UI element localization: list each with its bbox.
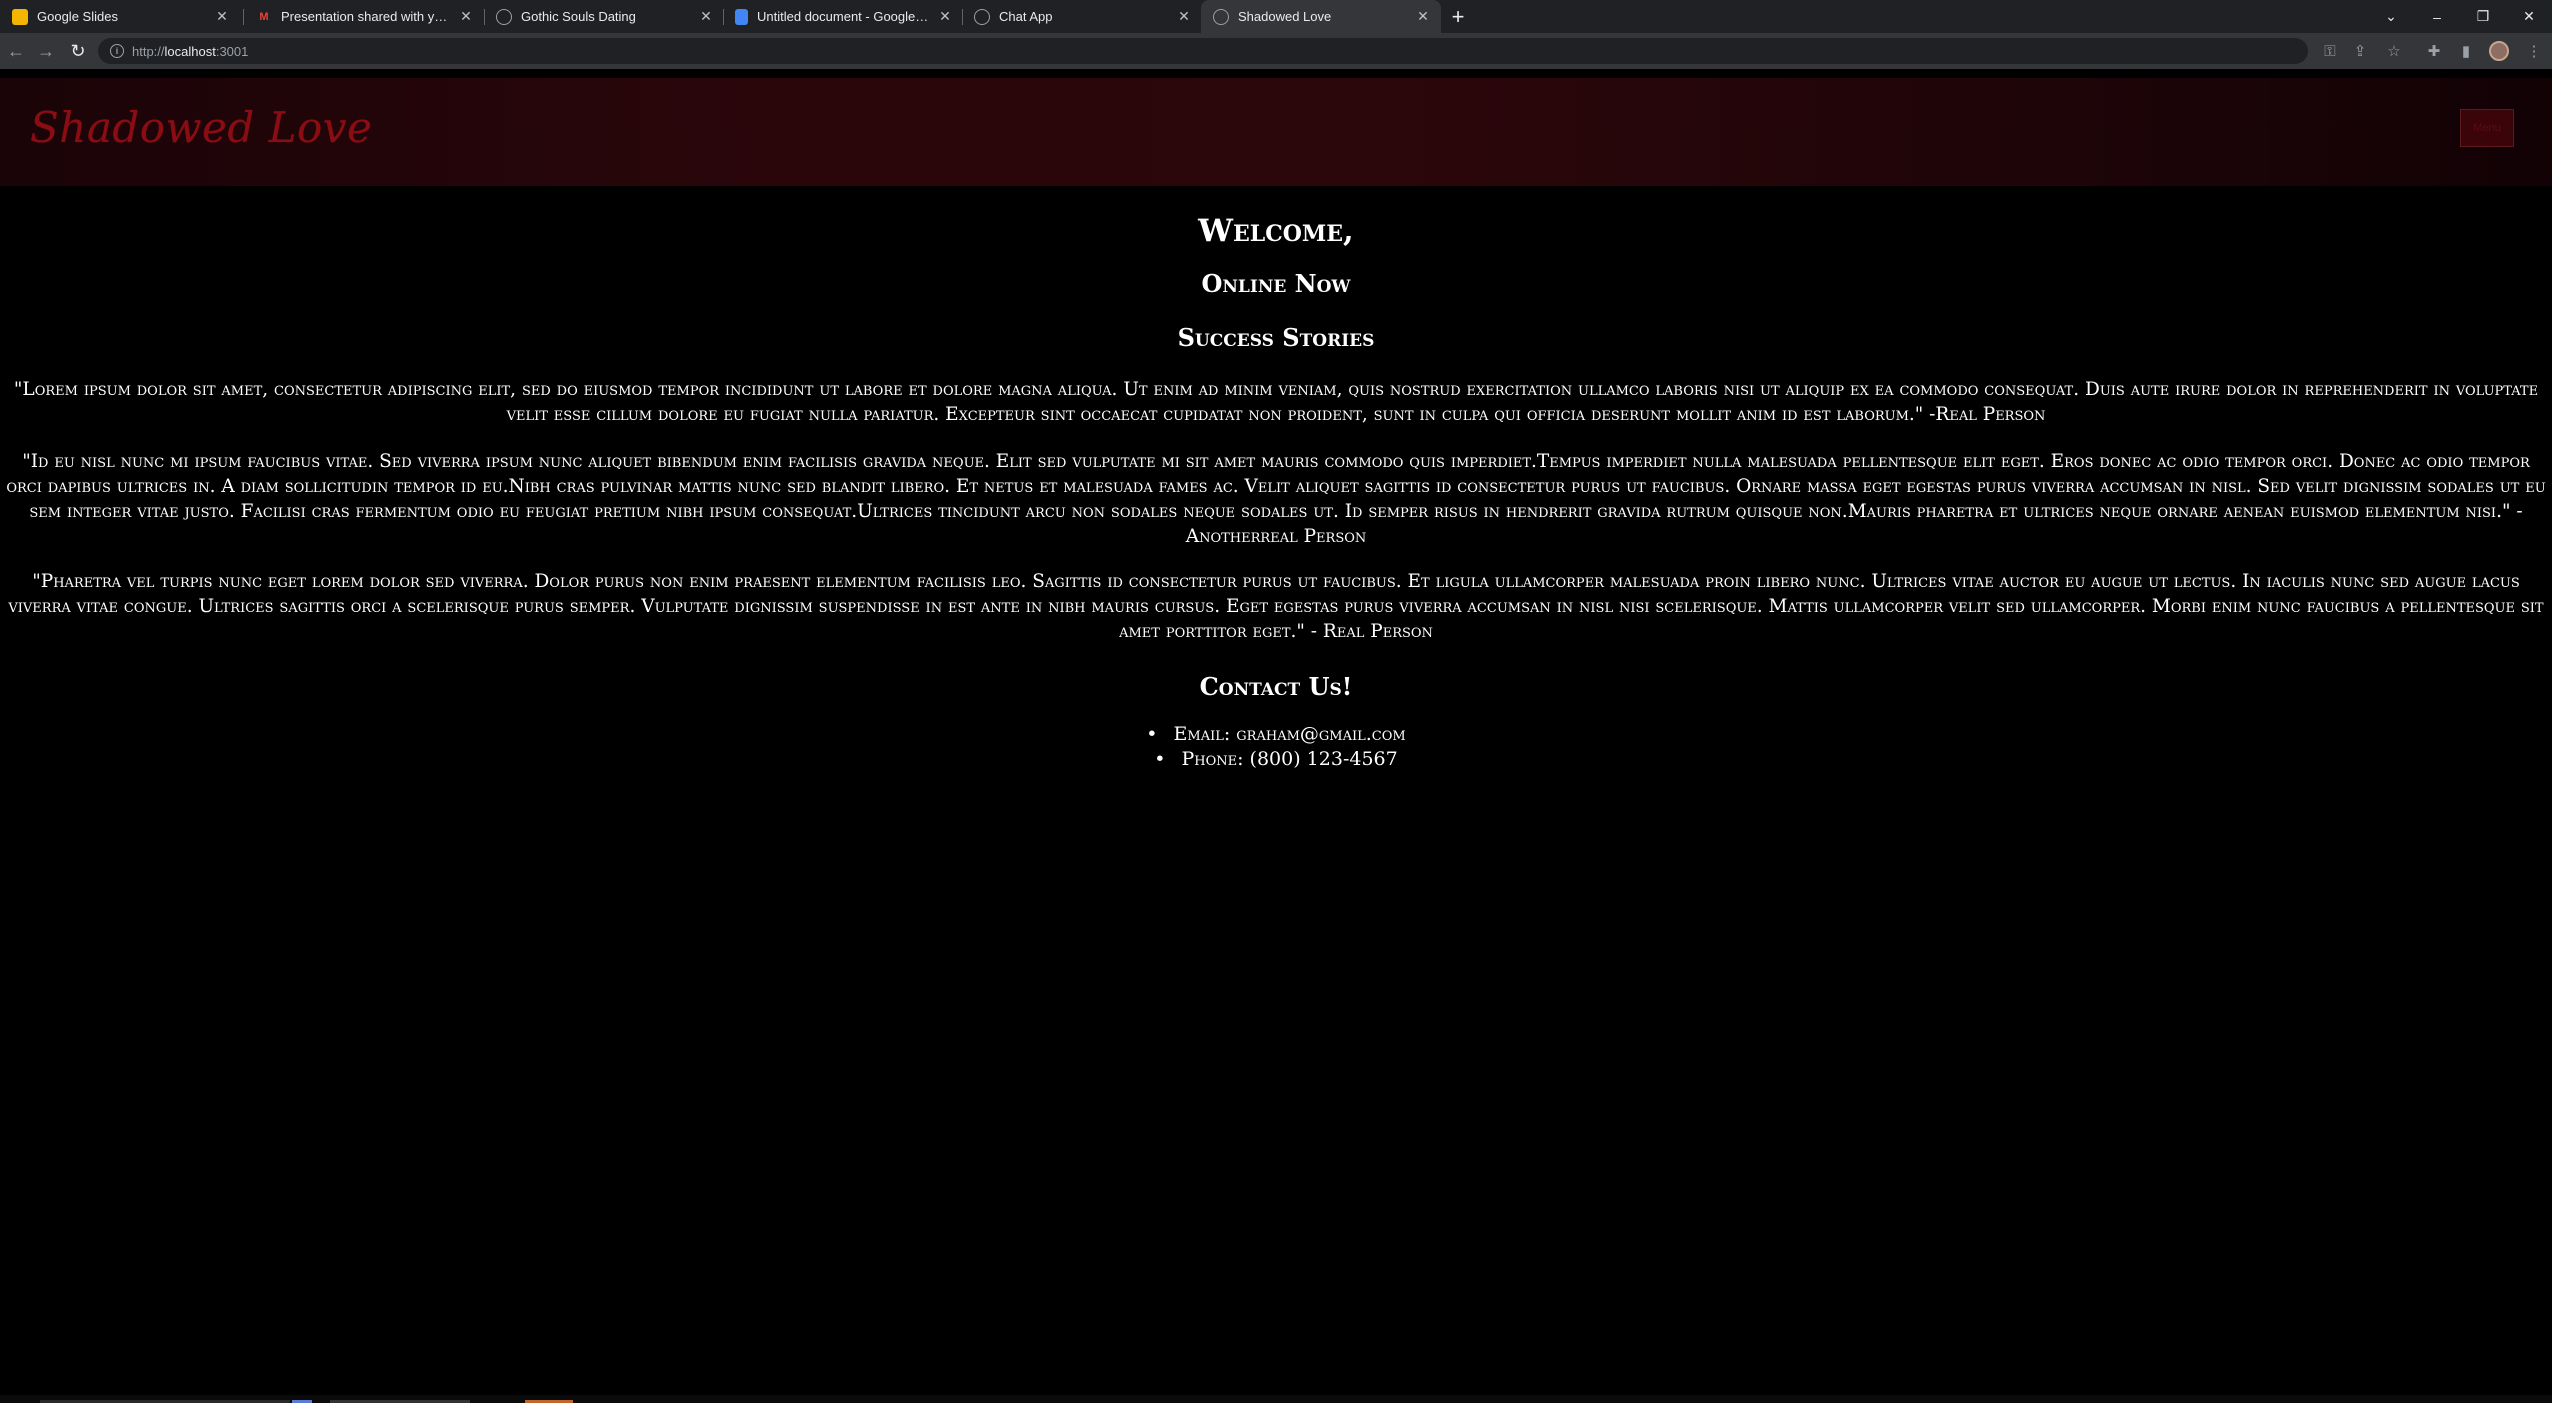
globe-icon: [1213, 8, 1229, 25]
site-info-icon[interactable]: i: [110, 44, 124, 58]
close-icon[interactable]: ✕: [458, 8, 474, 25]
tab-shadowed-love[interactable]: Shadowed Love ✕: [1201, 0, 1441, 33]
reload-icon[interactable]: ↻: [66, 39, 90, 63]
avatar[interactable]: [2489, 41, 2509, 61]
slides-icon: [12, 8, 28, 25]
close-icon[interactable]: ✕: [698, 8, 714, 25]
bookmark-star-icon[interactable]: ☆: [2384, 41, 2404, 61]
main-content: Welcome, Online Now Success Stories "Lor…: [0, 209, 2552, 772]
browser-toolbar: ← → ↻ i http://localhost:3001 ⚿ ⇪ ☆ ✚ ▮ …: [0, 33, 2552, 69]
site-header: Shadowed Love Menu: [0, 78, 2552, 186]
close-window-icon[interactable]: ✕: [2506, 0, 2552, 33]
address-bar[interactable]: i http://localhost:3001: [98, 38, 2308, 64]
tab-gothic-souls-dating[interactable]: Gothic Souls Dating ✕: [484, 0, 724, 33]
success-story: "Pharetra vel turpis nunc eget lorem dol…: [8, 571, 2544, 642]
success-story: "Id eu nisl nunc mi ipsum faucibus vitae…: [6, 451, 2546, 547]
tab-title: Gothic Souls Dating: [521, 9, 636, 24]
menu-button[interactable]: Menu: [2460, 109, 2514, 147]
close-icon[interactable]: ✕: [1415, 8, 1431, 25]
back-icon[interactable]: ←: [4, 39, 28, 63]
gmail-icon: M: [259, 10, 269, 23]
share-icon[interactable]: ⇪: [2350, 41, 2370, 61]
close-icon[interactable]: ✕: [214, 8, 230, 25]
success-story: "Lorem ipsum dolor sit amet, consectetur…: [13, 379, 2539, 425]
globe-icon: [974, 8, 990, 25]
side-panel-icon[interactable]: ▮: [2456, 41, 2476, 61]
page-viewport: Shadowed Love Menu Welcome, Online Now S…: [0, 69, 2552, 1395]
key-icon[interactable]: ⚿: [2320, 41, 2340, 61]
site-logo[interactable]: Shadowed Love: [30, 103, 372, 152]
globe-icon: [496, 8, 512, 25]
taskbar-strip: [0, 1395, 2552, 1403]
close-icon[interactable]: ✕: [1176, 8, 1192, 25]
forward-icon[interactable]: →: [34, 39, 58, 63]
contact-list: Email: graham@gmail.com Phone: (800) 123…: [0, 722, 2552, 772]
restore-icon[interactable]: ❐: [2460, 0, 2506, 33]
welcome-heading: Welcome,: [1198, 213, 1354, 249]
tab-strip: Google Slides ✕ M Presentation shared wi…: [0, 0, 2552, 33]
minimize-icon[interactable]: –: [2414, 0, 2460, 33]
tab-title: Untitled document - Google Doc: [757, 9, 931, 24]
more-menu-icon[interactable]: ⋮: [2524, 41, 2544, 61]
tab-chat-app[interactable]: Chat App ✕: [962, 0, 1202, 33]
tab-title: Shadowed Love: [1238, 9, 1332, 24]
tab-search-icon[interactable]: ⌄: [2368, 0, 2414, 33]
contact-email: Email: graham@gmail.com: [0, 722, 2552, 747]
contact-heading: Contact Us!: [1199, 672, 1353, 701]
tab-google-slides[interactable]: Google Slides ✕: [0, 0, 240, 33]
url-text: http://localhost:3001: [132, 43, 249, 59]
close-icon[interactable]: ✕: [937, 8, 953, 25]
tab-untitled-document[interactable]: Untitled document - Google Doc ✕: [723, 0, 963, 33]
tab-gmail[interactable]: M Presentation shared with you: "S ✕: [244, 0, 484, 33]
extensions-icon[interactable]: ✚: [2424, 41, 2444, 61]
tab-title: Chat App: [999, 9, 1053, 24]
contact-phone: Phone: (800) 123-4567: [0, 747, 2552, 772]
online-now-heading: Online Now: [1201, 269, 1351, 298]
new-tab-icon[interactable]: +: [1446, 4, 1470, 29]
tab-title: Google Slides: [37, 9, 118, 24]
docs-icon: [735, 8, 748, 25]
success-stories-heading: Success Stories: [1177, 323, 1375, 352]
tab-title: Presentation shared with you: "S: [281, 9, 452, 24]
